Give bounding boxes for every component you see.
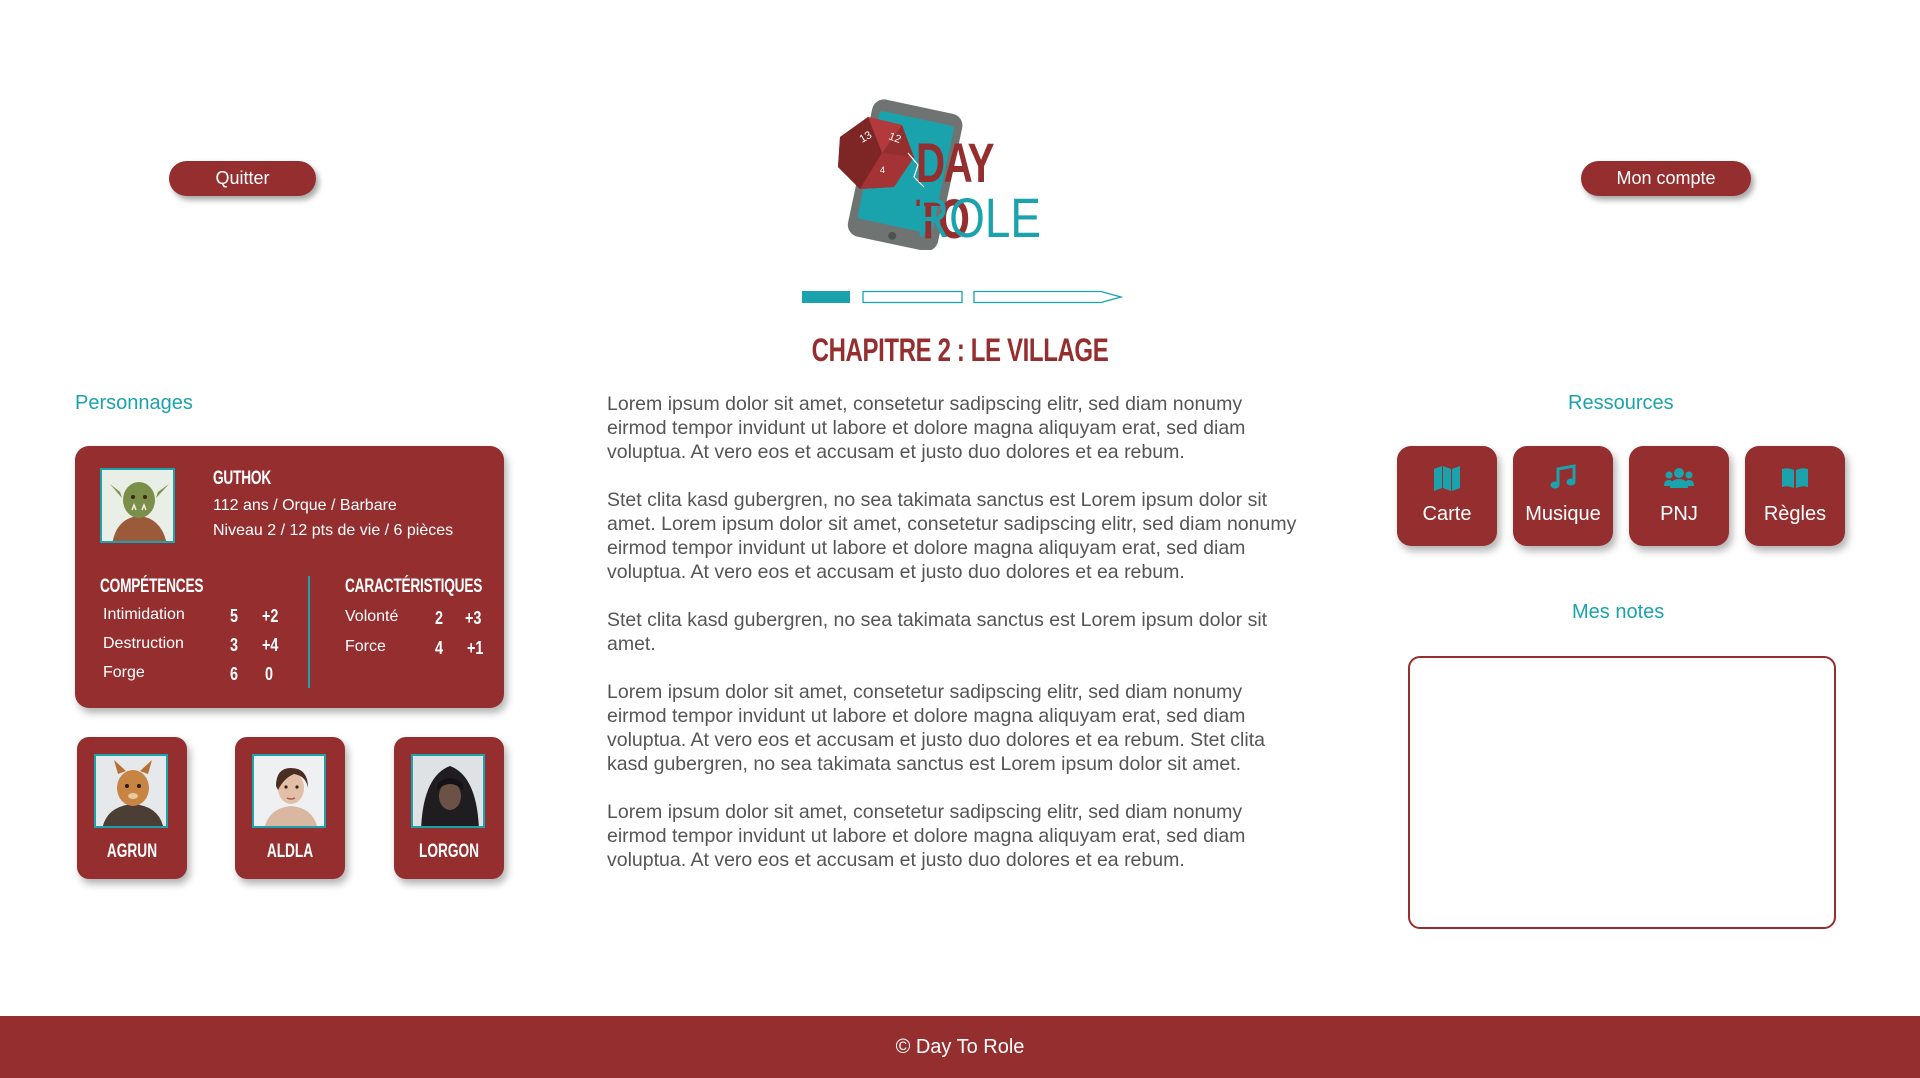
avatar-aldla [252, 754, 326, 828]
footer: © Day To Role [0, 1016, 1920, 1078]
stat-value: 6 [230, 664, 239, 684]
resource-label: Carte [1422, 503, 1472, 525]
progress-step-2 [862, 290, 963, 304]
catfolk-portrait-icon [96, 756, 166, 826]
competence-row: Forge 6 0 [103, 664, 293, 686]
notes-label: Mes notes [1572, 601, 1665, 623]
resource-label: PNJ [1660, 503, 1698, 525]
avatar-agrun [94, 754, 168, 828]
music-icon [1550, 464, 1576, 489]
story-paragraph: Stet clita kasd gubergren, no sea takima… [607, 489, 1297, 583]
competence-row: Intimidation 5 +2 [103, 606, 293, 628]
character-identity: 112 ans / Orque / Barbare [213, 497, 397, 514]
book-icon [1782, 468, 1808, 488]
chapter-title: CHAPITRE 2 : LE VILLAGE [811, 332, 1109, 368]
resource-music-button[interactable]: Musique [1513, 446, 1613, 546]
companion-name: LORGON [418, 841, 480, 862]
quit-button[interactable]: Quitter [169, 161, 316, 196]
companion-name: ALDLA [266, 841, 314, 862]
stat-value: 4 [435, 638, 444, 658]
users-icon [1664, 468, 1694, 488]
stat-value: 3 [230, 635, 239, 655]
stat-bonus: 0 [265, 664, 274, 684]
footer-copyright: © Day To Role [895, 1035, 1025, 1058]
companion-card-aldla[interactable]: ALDLA [235, 737, 345, 879]
stat-bonus: +4 [262, 635, 279, 655]
progress-step-1 [802, 291, 850, 303]
stat-name: Destruction [103, 635, 184, 652]
caracteristique-row: Force 4 +1 [345, 638, 495, 660]
progress-step-3 [973, 290, 1124, 304]
resources-label: Ressources [1568, 392, 1674, 414]
caracteristique-row: Volonté 2 +3 [345, 608, 495, 630]
hooded-portrait-icon [413, 756, 483, 826]
map-icon [1434, 466, 1460, 491]
characters-label: Personnages [75, 392, 193, 414]
main-character-card[interactable]: GUTHOK 112 ans / Orque / Barbare Niveau … [75, 446, 504, 708]
avatar-guthok [100, 468, 175, 543]
story-paragraph: Lorem ipsum dolor sit amet, consetetur s… [607, 393, 1246, 463]
stat-name: Intimidation [103, 606, 185, 623]
story-paragraph: Lorem ipsum dolor sit amet, consetetur s… [607, 801, 1246, 871]
resource-label: Règles [1763, 503, 1827, 525]
orc-portrait-icon [102, 470, 173, 541]
story-text: Lorem ipsum dolor sit amet, consetetur s… [607, 392, 1307, 896]
resource-rules-button[interactable]: Règles [1745, 446, 1845, 546]
stat-name: Forge [103, 664, 145, 681]
chapter-progress [802, 290, 1124, 304]
resource-map-button[interactable]: Carte [1397, 446, 1497, 546]
logo-text-role: ROLE [916, 186, 1042, 249]
resource-label: Musique [1525, 503, 1601, 525]
svg-text:4: 4 [880, 165, 885, 175]
stat-value: 2 [435, 608, 444, 628]
logo: 13 12 4 DAY TO ROLE [830, 95, 1080, 250]
story-paragraph: Stet clita kasd gubergren, no sea takima… [607, 609, 1268, 655]
woman-portrait-icon [254, 756, 324, 826]
story-paragraph: Lorem ipsum dolor sit amet, consetetur s… [607, 681, 1265, 775]
stat-name: Force [345, 638, 386, 655]
stats-divider [308, 576, 310, 688]
notes-textarea[interactable] [1408, 656, 1836, 929]
companion-name: AGRUN [106, 841, 158, 862]
stat-value: 5 [230, 606, 239, 626]
companion-card-agrun[interactable]: AGRUN [77, 737, 187, 879]
competence-row: Destruction 3 +4 [103, 635, 293, 657]
character-name: GUTHOK [213, 468, 271, 489]
caracteristiques-title: CARACTÉRISTIQUES [345, 576, 483, 597]
companion-card-lorgon[interactable]: LORGON [394, 737, 504, 879]
competences-title: COMPÉTENCES [100, 576, 204, 597]
stat-bonus: +2 [262, 606, 279, 626]
avatar-lorgon [411, 754, 485, 828]
account-button[interactable]: Mon compte [1581, 161, 1751, 196]
character-level: Niveau 2 / 12 pts de vie / 6 pièces [213, 522, 454, 539]
stat-bonus: +3 [465, 608, 482, 628]
resource-npc-button[interactable]: PNJ [1629, 446, 1729, 546]
stat-bonus: +1 [467, 638, 484, 658]
stat-name: Volonté [345, 608, 399, 625]
